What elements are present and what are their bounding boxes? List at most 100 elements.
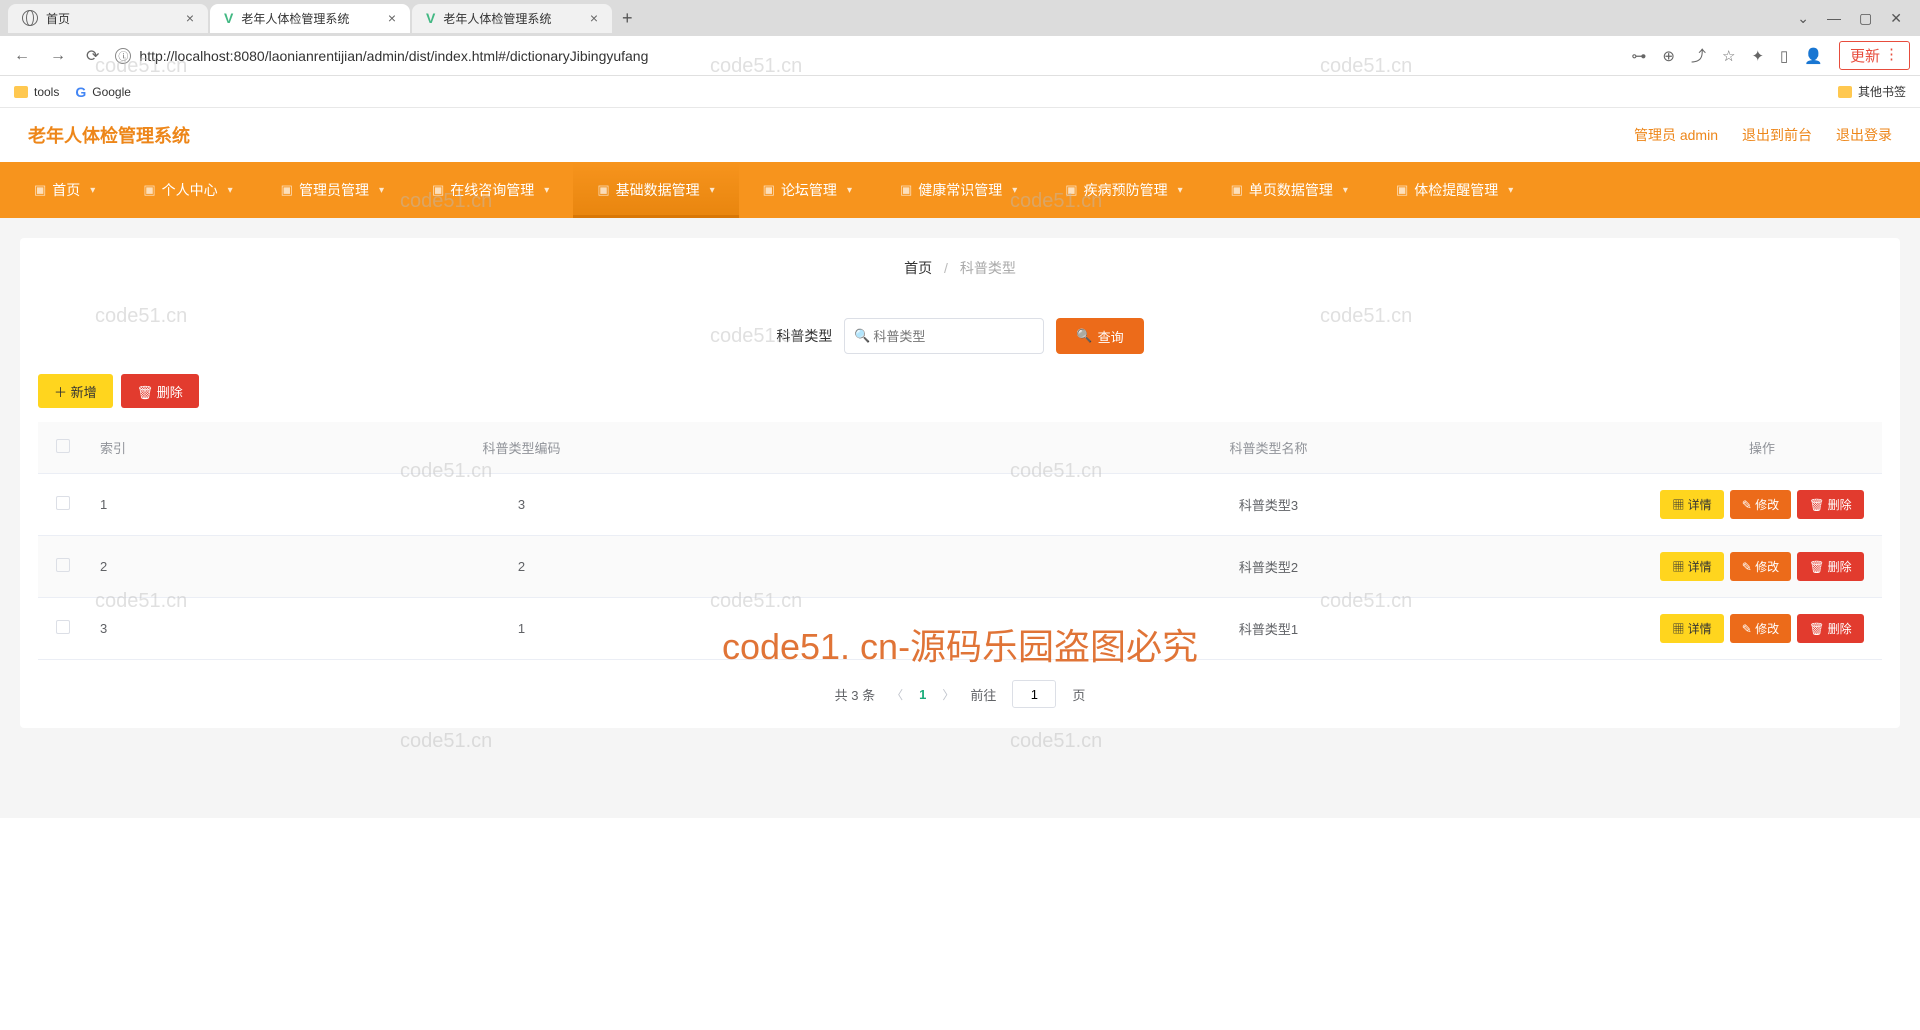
- nav-item[interactable]: ▣个人中心▾: [119, 162, 256, 218]
- cell-index: 1: [88, 474, 148, 536]
- row-checkbox[interactable]: [56, 496, 70, 510]
- browser-tab-active[interactable]: V 老年人体检管理系统 ×: [210, 4, 410, 33]
- page-total: 共 3 条: [835, 685, 875, 704]
- row-delete-button[interactable]: 🗑 删除: [1797, 614, 1864, 643]
- page-prev-icon[interactable]: 〈: [891, 686, 903, 703]
- folder-icon: [14, 86, 28, 98]
- back-icon[interactable]: ←: [10, 43, 34, 69]
- nav-icon: ▣: [34, 182, 46, 198]
- breadcrumb-home[interactable]: 首页: [904, 260, 932, 276]
- nav-item[interactable]: ▣ 健康常识管理 ▾: [876, 162, 1041, 218]
- profile-icon[interactable]: 👤: [1804, 47, 1823, 65]
- browser-tab-dup[interactable]: V 老年人体检管理系统 ×: [412, 4, 612, 33]
- star-icon[interactable]: ☆: [1722, 47, 1735, 65]
- extension-icon[interactable]: ✦: [1751, 47, 1764, 65]
- google-icon: G: [75, 84, 86, 100]
- bookmark-tools[interactable]: tools: [14, 85, 59, 99]
- row-delete-button[interactable]: 🗑 删除: [1797, 552, 1864, 581]
- tab-bar: 首页 × V 老年人体检管理系统 × V 老年人体检管理系统 × + ⌄ — ▢…: [0, 0, 1920, 36]
- close-window-icon[interactable]: ✕: [1890, 10, 1902, 27]
- nav-item[interactable]: ▣首页▾: [10, 162, 119, 218]
- row-checkbox[interactable]: [56, 558, 70, 572]
- update-button[interactable]: 更新 ⋮: [1839, 41, 1910, 70]
- minimize-icon[interactable]: —: [1827, 10, 1841, 27]
- key-icon[interactable]: ⊶: [1631, 47, 1646, 65]
- nav-label: 个人中心: [162, 180, 218, 200]
- search-input[interactable]: [844, 318, 1044, 354]
- page-goto-input[interactable]: [1012, 680, 1056, 708]
- detail-button[interactable]: ▦ 详情: [1660, 552, 1723, 581]
- nav-item[interactable]: ▣单页数据管理▾: [1207, 162, 1372, 218]
- admin-label[interactable]: 管理员 admin: [1634, 125, 1718, 145]
- data-table: 索引 科普类型编码 科普类型名称 操作 1 3 科普类型3 ▦ 详情 ✎ 修改 …: [38, 422, 1882, 660]
- chevron-down-icon: ▾: [847, 185, 852, 196]
- header-code: 科普类型编码: [148, 422, 895, 474]
- maximize-icon[interactable]: ▢: [1859, 10, 1872, 27]
- cell-code: 2: [148, 536, 895, 598]
- close-icon[interactable]: ×: [590, 10, 598, 26]
- detail-button[interactable]: ▦ 详情: [1660, 490, 1723, 519]
- bookmark-other[interactable]: 其他书签: [1838, 83, 1906, 100]
- row-delete-button[interactable]: 🗑 删除: [1797, 490, 1864, 519]
- page-suffix: 页: [1072, 685, 1085, 704]
- reload-icon[interactable]: ⟳: [82, 42, 103, 70]
- content-panel: 首页 / 科普类型 科普类型 🔍 🔍 查询 ＋ 新增 🗑 删除 索引 科普类型编…: [20, 238, 1900, 728]
- nav-icon: ▣: [1231, 182, 1243, 198]
- content: 首页 / 科普类型 科普类型 🔍 🔍 查询 ＋ 新增 🗑 删除 索引 科普类型编…: [0, 218, 1920, 818]
- to-front-button[interactable]: 退出到前台: [1742, 125, 1812, 145]
- nav-label: 论坛管理: [781, 180, 837, 200]
- nav-item[interactable]: ▣体检提醒管理▾: [1372, 162, 1537, 218]
- edit-button[interactable]: ✎ 修改: [1730, 552, 1791, 581]
- nav-item[interactable]: ▣疾病预防管理▾: [1041, 162, 1206, 218]
- nav-icon: ▣: [597, 182, 609, 198]
- nav-icon: ▣: [1065, 182, 1077, 198]
- breadcrumb-sep: /: [944, 260, 948, 276]
- chevron-down-icon[interactable]: ⌄: [1797, 10, 1809, 27]
- edit-button[interactable]: ✎ 修改: [1730, 614, 1791, 643]
- app-header: 老年人体检管理系统 管理员 admin 退出到前台 退出登录: [0, 108, 1920, 162]
- nav-label: 基础数据管理: [616, 180, 700, 200]
- cell-code: 1: [148, 598, 895, 660]
- forward-icon[interactable]: →: [46, 43, 70, 69]
- header-ops: 操作: [1642, 422, 1882, 474]
- delete-button[interactable]: 🗑 删除: [121, 374, 199, 408]
- nav-item[interactable]: ▣ 基础数据管理 ▾: [573, 162, 738, 218]
- zoom-icon[interactable]: ⊕: [1662, 47, 1675, 65]
- bookmark-google[interactable]: GGoogle: [75, 84, 131, 100]
- detail-button[interactable]: ▦ 详情: [1660, 614, 1723, 643]
- share-icon[interactable]: ⤴: [1691, 45, 1706, 66]
- sidepanel-icon[interactable]: ▯: [1780, 47, 1788, 65]
- nav-label: 体检提醒管理: [1414, 180, 1498, 200]
- nav-item[interactable]: ▣论坛管理▾: [739, 162, 876, 218]
- close-icon[interactable]: ×: [186, 10, 194, 26]
- search-icon: 🔍: [854, 328, 870, 344]
- edit-button[interactable]: ✎ 修改: [1730, 490, 1791, 519]
- chevron-down-icon: ▾: [710, 185, 715, 196]
- nav-icon: ▣: [432, 182, 444, 198]
- nav-icon: ▣: [143, 182, 155, 198]
- header-right: 管理员 admin 退出到前台 退出登录: [1634, 125, 1892, 145]
- new-tab-button[interactable]: +: [614, 4, 641, 33]
- search-input-wrap: 🔍: [844, 318, 1044, 354]
- info-icon[interactable]: ⓘ: [115, 48, 131, 64]
- nav-item[interactable]: ▣在线咨询管理▾: [408, 162, 573, 218]
- nav-icon: ▣: [900, 182, 912, 198]
- chevron-down-icon: ▾: [1012, 185, 1017, 196]
- browser-tab-home[interactable]: 首页 ×: [8, 4, 208, 33]
- chevron-down-icon: ▾: [1343, 185, 1348, 196]
- header-name: 科普类型名称: [895, 422, 1642, 474]
- select-all-checkbox[interactable]: [56, 439, 70, 453]
- page-next-icon[interactable]: 〉: [942, 686, 954, 703]
- search-button[interactable]: 🔍 查询: [1056, 318, 1143, 354]
- close-icon[interactable]: ×: [388, 10, 396, 26]
- nav-label: 疾病预防管理: [1084, 180, 1168, 200]
- nav-label: 健康常识管理: [918, 180, 1002, 200]
- app-title: 老年人体检管理系统: [28, 122, 190, 148]
- add-button[interactable]: ＋ 新增: [38, 374, 113, 408]
- page-current[interactable]: 1: [919, 687, 926, 702]
- row-checkbox[interactable]: [56, 620, 70, 634]
- logout-button[interactable]: 退出登录: [1836, 125, 1892, 145]
- nav-item[interactable]: ▣管理员管理▾: [257, 162, 408, 218]
- bookmarks-bar: tools GGoogle 其他书签: [0, 76, 1920, 108]
- url-box[interactable]: ⓘ http://localhost:8080/laonianrentijian…: [115, 48, 1619, 64]
